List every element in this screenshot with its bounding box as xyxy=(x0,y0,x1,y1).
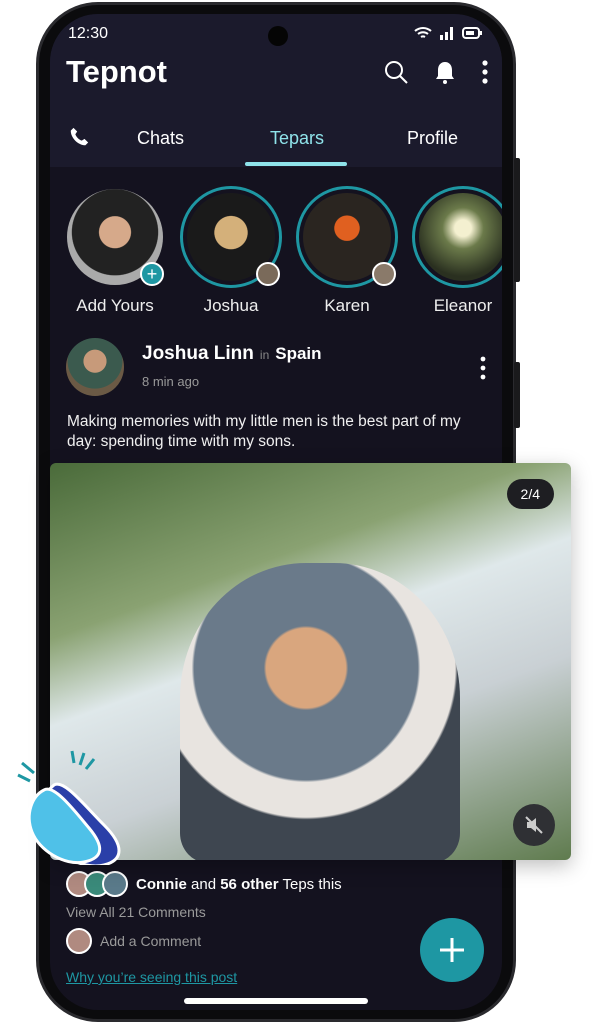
stories-row: + Add Yours Joshua Karen Eleanor xyxy=(64,186,502,316)
likes-suffix: Teps this xyxy=(282,875,342,893)
plus-icon xyxy=(440,938,464,962)
story-karen[interactable]: Karen xyxy=(296,186,398,316)
liker-name: Connie xyxy=(136,875,187,893)
story-badge-avatar xyxy=(372,262,396,286)
app-header: 12:30 Tepnot Chats Tepars Profile xyxy=(50,14,502,167)
camera-icon xyxy=(268,26,288,46)
story-label: Eleanor xyxy=(433,296,493,315)
likes-and: and xyxy=(191,875,217,893)
post-caption: Making memories with my little men is th… xyxy=(67,413,461,450)
side-button xyxy=(514,362,520,428)
status-time: 12:30 xyxy=(68,25,109,42)
user-avatar xyxy=(66,928,92,954)
author-avatar[interactable] xyxy=(66,338,124,396)
story-label: Karen xyxy=(324,296,370,315)
post-time: 8 min ago xyxy=(142,374,200,389)
story-add-yours[interactable]: + Add Yours xyxy=(64,186,166,316)
story-eleanor[interactable]: Eleanor xyxy=(412,186,502,316)
liker-avatar xyxy=(102,871,128,897)
create-post-button[interactable] xyxy=(420,918,484,982)
tab-tepars[interactable]: Tepars xyxy=(270,128,324,149)
view-comments-link[interactable]: View All 21 Comments xyxy=(66,904,206,920)
photo-subjects xyxy=(180,563,460,860)
add-story-icon[interactable]: + xyxy=(140,262,164,286)
clap-hands-icon xyxy=(17,750,121,865)
why-seeing-link[interactable]: Why you’re seeing this post xyxy=(66,969,237,985)
mute-button[interactable] xyxy=(513,804,555,846)
story-label: Joshua xyxy=(203,296,259,315)
status-icons xyxy=(414,26,482,40)
battery-icon xyxy=(462,27,482,39)
volume-muted-icon xyxy=(525,816,543,834)
active-tab-indicator xyxy=(245,162,347,166)
in-label: in xyxy=(259,348,270,362)
story-label: Add Yours xyxy=(76,296,154,315)
app-title: Tepnot xyxy=(66,54,168,89)
post-header: Joshua Linn in Spain 8 min ago xyxy=(66,338,322,396)
likes-count: 56 other xyxy=(220,875,279,893)
phone-icon[interactable] xyxy=(68,126,90,148)
add-comment-field[interactable]: Add a Comment xyxy=(66,928,201,954)
photo-counter: 2/4 xyxy=(506,479,554,509)
tab-profile[interactable]: Profile xyxy=(407,128,458,149)
add-comment-placeholder: Add a Comment xyxy=(100,933,202,949)
side-button xyxy=(514,158,520,282)
author-name[interactable]: Joshua Linn xyxy=(142,343,254,364)
home-indicator[interactable] xyxy=(184,998,368,1004)
bell-icon[interactable] xyxy=(434,60,456,84)
story-avatar xyxy=(419,193,502,281)
tab-chats[interactable]: Chats xyxy=(137,128,184,149)
post-more-icon[interactable] xyxy=(480,356,486,380)
location[interactable]: Spain xyxy=(275,344,321,363)
more-icon[interactable] xyxy=(482,60,488,84)
search-icon[interactable] xyxy=(384,60,408,84)
signal-icon xyxy=(440,27,453,40)
story-badge-avatar xyxy=(256,262,280,286)
likes-row[interactable]: Connie and 56 other Teps this xyxy=(66,871,342,897)
wifi-icon xyxy=(414,27,432,38)
story-joshua[interactable]: Joshua xyxy=(180,186,282,316)
